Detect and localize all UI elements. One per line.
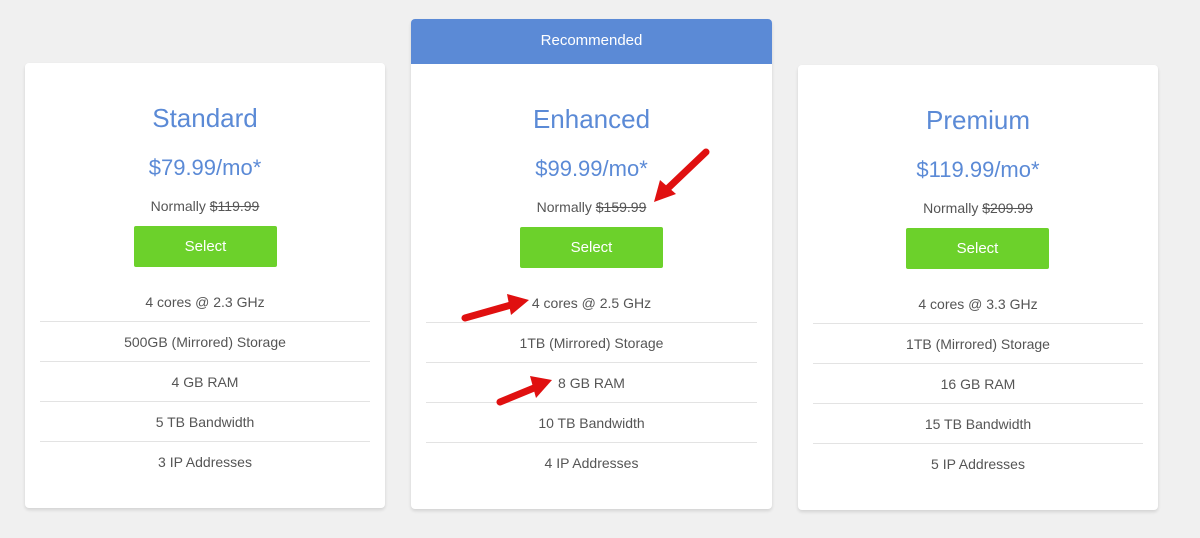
select-button-premium[interactable]: Select	[906, 228, 1049, 269]
feature-item: 10 TB Bandwidth	[426, 403, 757, 443]
recommended-ribbon: Recommended	[411, 19, 772, 64]
feature-list: 4 cores @ 3.3 GHz 1TB (Mirrored) Storage…	[813, 284, 1143, 484]
feature-item: 5 IP Addresses	[931, 456, 1025, 472]
feature-item: 4 IP Addresses	[544, 455, 639, 471]
normally-label: Normally	[150, 198, 206, 214]
plan-price: $99.99/mo*	[535, 156, 648, 181]
normally-label: Normally	[923, 200, 979, 216]
pricing-table: Standard $79.99/mo* Normally $119.99 Sel…	[0, 0, 1200, 538]
feature-item: 16 GB RAM	[813, 364, 1143, 404]
feature-item: 500GB (Mirrored) Storage	[40, 322, 370, 362]
feature-item: 4 cores @ 2.3 GHz	[40, 282, 370, 322]
feature-item: 5 TB Bandwidth	[40, 402, 370, 442]
select-button-enhanced[interactable]: Select	[520, 227, 663, 268]
plan-name: Standard	[152, 103, 258, 133]
plan-price: $119.99/mo*	[916, 157, 1040, 182]
select-button-standard[interactable]: Select	[134, 226, 277, 267]
plan-name: Enhanced	[532, 104, 651, 134]
feature-item: 15 TB Bandwidth	[813, 404, 1143, 444]
feature-item: 8 GB RAM	[426, 363, 757, 403]
plan-card-standard: Standard $79.99/mo* Normally $119.99 Sel…	[25, 63, 385, 508]
feature-item: 4 GB RAM	[40, 362, 370, 402]
feature-list: 4 cores @ 2.3 GHz 500GB (Mirrored) Stora…	[40, 282, 370, 482]
feature-item: 3 IP Addresses	[158, 454, 252, 470]
plan-card-enhanced: Recommended Enhanced $99.99/mo* Normally…	[411, 19, 772, 509]
plan-normal-price: Normally $159.99	[411, 199, 772, 215]
feature-item: 4 cores @ 2.5 GHz	[426, 283, 757, 323]
plan-name: Premium	[925, 105, 1030, 135]
plan-price: $79.99/mo*	[148, 155, 262, 180]
feature-list: 4 cores @ 2.5 GHz 1TB (Mirrored) Storage…	[426, 283, 757, 483]
strikethrough-price: $159.99	[595, 199, 647, 215]
feature-item: 1TB (Mirrored) Storage	[813, 324, 1143, 364]
strikethrough-price: $119.99	[209, 198, 260, 214]
strikethrough-price: $209.99	[982, 200, 1033, 216]
plan-normal-price: Normally $119.99	[25, 198, 385, 214]
feature-item: 4 cores @ 3.3 GHz	[813, 284, 1143, 324]
plan-normal-price: Normally $209.99	[798, 200, 1158, 216]
plan-card-premium: Premium $119.99/mo* Normally $209.99 Sel…	[798, 65, 1158, 510]
feature-item: 1TB (Mirrored) Storage	[426, 323, 757, 363]
normally-label: Normally	[536, 199, 592, 215]
